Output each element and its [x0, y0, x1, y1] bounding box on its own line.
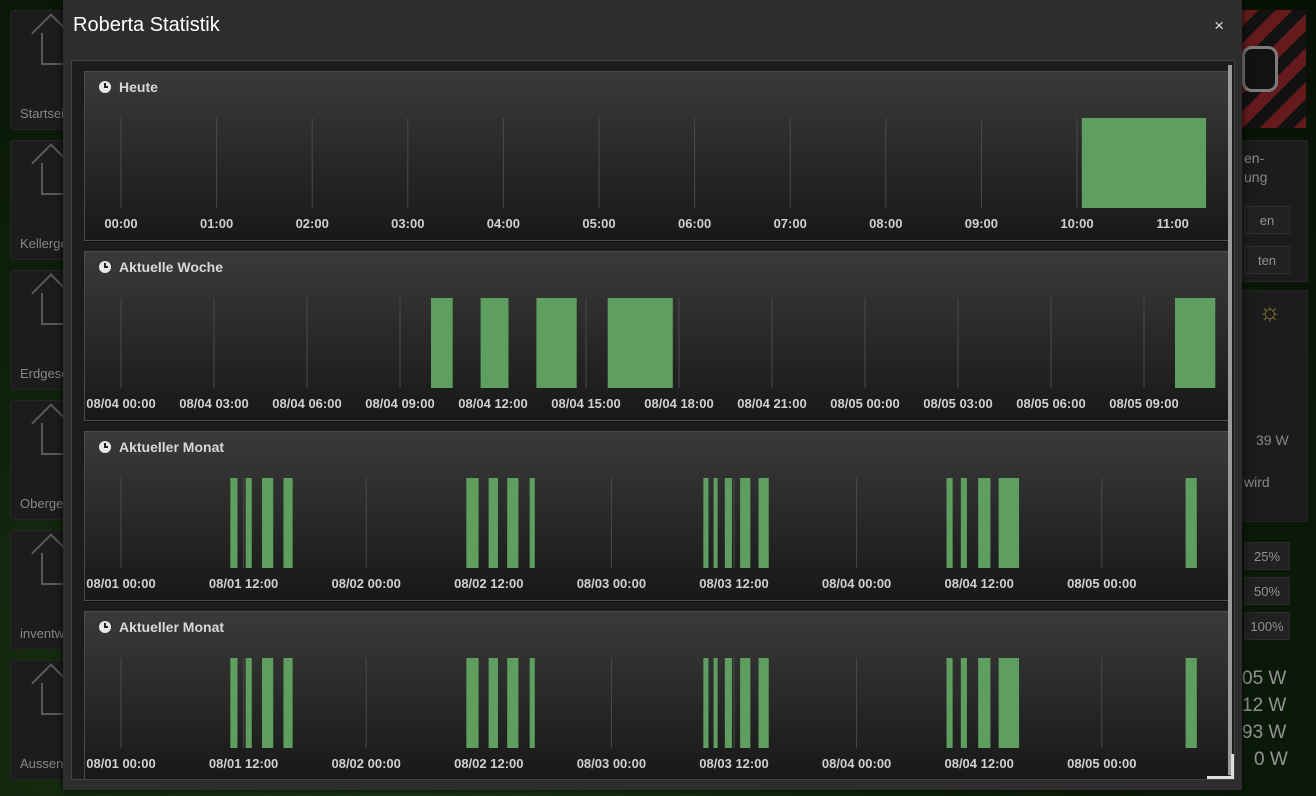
chart-card-week: Aktuelle Woche 08/04 00:00 08/04 03:00 08/… — [84, 251, 1230, 421]
resize-handle[interactable] — [1207, 754, 1234, 779]
x-tick-label: 09:00 — [965, 216, 998, 231]
x-tick-label: 08/04 06:00 — [272, 396, 341, 411]
activity-bar[interactable] — [466, 658, 479, 748]
x-tick-label: 10:00 — [1060, 216, 1093, 231]
chart-card-today: Heute 00:00 01:00 02:00 03:00 04:00 05:00 06:0… — [84, 71, 1230, 241]
x-tick-label: 08/04 00:00 — [86, 396, 155, 411]
modal-title: Roberta Statistik — [73, 14, 220, 36]
x-tick-label: 08/05 03:00 — [923, 396, 992, 411]
x-tick-label: 08/03 12:00 — [699, 576, 768, 591]
activity-bar[interactable] — [261, 478, 274, 568]
x-tick-label: 08/02 00:00 — [331, 756, 400, 771]
activity-bar[interactable] — [978, 658, 991, 748]
x-tick-label: 00:00 — [104, 216, 137, 231]
x-tick-label: 01:00 — [200, 216, 233, 231]
x-tick-label: 08/03 00:00 — [577, 756, 646, 771]
x-tick-label: 11:00 — [1156, 216, 1189, 231]
x-tick-label: 08/03 12:00 — [699, 756, 768, 771]
x-tick-label: 08/03 00:00 — [577, 576, 646, 591]
activity-bar[interactable] — [283, 478, 293, 568]
x-tick-label: 08/04 18:00 — [644, 396, 713, 411]
x-tick-label: 08/05 09:00 — [1109, 396, 1178, 411]
activity-bar[interactable] — [1185, 658, 1197, 748]
activity-bar[interactable] — [978, 478, 991, 568]
x-tick-label: 04:00 — [487, 216, 520, 231]
activity-bar[interactable] — [998, 478, 1020, 568]
chart-card-month-2: Aktueller Monat 08/01 00:00 08/01 12:00 08… — [84, 611, 1230, 779]
x-tick-label: 08/02 12:00 — [454, 576, 523, 591]
x-tick-label: 06:00 — [678, 216, 711, 231]
activity-bar[interactable] — [261, 658, 274, 748]
activity-bar[interactable] — [703, 658, 709, 748]
activity-bar[interactable] — [758, 478, 769, 568]
x-tick-label: 08/02 12:00 — [454, 756, 523, 771]
activity-bar[interactable] — [724, 658, 732, 748]
activity-bar[interactable] — [740, 478, 751, 568]
chart-month: 08/01 00:00 08/01 12:00 08/02 00:00 08/02 1… — [86, 478, 1197, 591]
activity-bar[interactable] — [529, 478, 535, 568]
modal-body: Heute 00:00 01:00 02:00 03:00 04:00 05:00 06:0… — [71, 60, 1235, 780]
x-tick-label: 08/01 12:00 — [209, 576, 278, 591]
activity-bar[interactable] — [488, 478, 498, 568]
x-tick-label: 08/01 00:00 — [86, 756, 155, 771]
activity-bar[interactable] — [536, 298, 577, 388]
activity-bar[interactable] — [529, 658, 535, 748]
activity-bar[interactable] — [946, 658, 953, 748]
activity-bar[interactable] — [283, 658, 293, 748]
activity-bar[interactable] — [724, 478, 732, 568]
activity-bar[interactable] — [960, 658, 967, 748]
chart-month-2: 08/01 00:00 08/01 12:00 08/02 00:00 08/02 1… — [86, 658, 1197, 771]
x-tick-label: 08/04 00:00 — [822, 576, 891, 591]
activity-bar[interactable] — [488, 658, 498, 748]
x-tick-label: 08:00 — [869, 216, 902, 231]
activity-bar[interactable] — [1185, 478, 1197, 568]
chart-today: 00:00 01:00 02:00 03:00 04:00 05:00 06:00 07:00… — [104, 118, 1207, 231]
x-tick-label: 08/04 12:00 — [458, 396, 527, 411]
activity-bar[interactable] — [507, 658, 519, 748]
activity-bar[interactable] — [998, 658, 1020, 748]
x-tick-label: 07:00 — [774, 216, 807, 231]
activity-bar[interactable] — [713, 658, 718, 748]
x-tick-label: 08/04 12:00 — [944, 756, 1013, 771]
x-tick-label: 08/05 00:00 — [1067, 756, 1136, 771]
x-tick-label: 08/02 00:00 — [331, 576, 400, 591]
x-tick-label: 08/01 12:00 — [209, 756, 278, 771]
activity-bar[interactable] — [507, 478, 519, 568]
x-tick-label: 02:00 — [296, 216, 329, 231]
x-tick-label: 08/01 00:00 — [86, 576, 155, 591]
x-tick-label: 08/04 00:00 — [822, 756, 891, 771]
x-tick-label: 08/04 15:00 — [551, 396, 620, 411]
x-tick-label: 08/04 03:00 — [179, 396, 248, 411]
activity-bar[interactable] — [245, 478, 252, 568]
close-icon[interactable]: × — [1214, 16, 1224, 36]
activity-bar[interactable] — [740, 658, 751, 748]
x-tick-label: 08/05 00:00 — [1067, 576, 1136, 591]
x-tick-label: 08/04 12:00 — [944, 576, 1013, 591]
activity-bar[interactable] — [960, 478, 967, 568]
activity-bar[interactable] — [230, 478, 238, 568]
activity-bar[interactable] — [480, 298, 509, 388]
x-tick-label: 05:00 — [582, 216, 615, 231]
activity-bar[interactable] — [946, 478, 953, 568]
scrollbar[interactable] — [1228, 65, 1232, 775]
activity-bar[interactable] — [703, 478, 709, 568]
chart-week: 08/04 00:00 08/04 03:00 08/04 06:00 08/04 0… — [86, 298, 1216, 411]
activity-bar[interactable] — [607, 298, 673, 388]
chart-card-month: Aktueller Monat 08/01 00:00 08/01 12:00 08… — [84, 431, 1230, 601]
activity-bar[interactable] — [431, 298, 453, 388]
x-tick-label: 08/05 06:00 — [1016, 396, 1085, 411]
x-tick-label: 08/05 00:00 — [830, 396, 899, 411]
activity-bar[interactable] — [230, 658, 238, 748]
statistics-modal: Roberta Statistik × Heute 00:00 01:00 02:0… — [63, 0, 1242, 790]
activity-bar[interactable] — [713, 478, 718, 568]
x-tick-label: 03:00 — [391, 216, 424, 231]
activity-bar[interactable] — [466, 478, 479, 568]
activity-bar[interactable] — [1175, 298, 1216, 388]
activity-bar[interactable] — [758, 658, 769, 748]
activity-bar[interactable] — [1081, 118, 1207, 208]
x-tick-label: 08/04 21:00 — [737, 396, 806, 411]
activity-bar[interactable] — [245, 658, 252, 748]
x-tick-label: 08/04 09:00 — [365, 396, 434, 411]
